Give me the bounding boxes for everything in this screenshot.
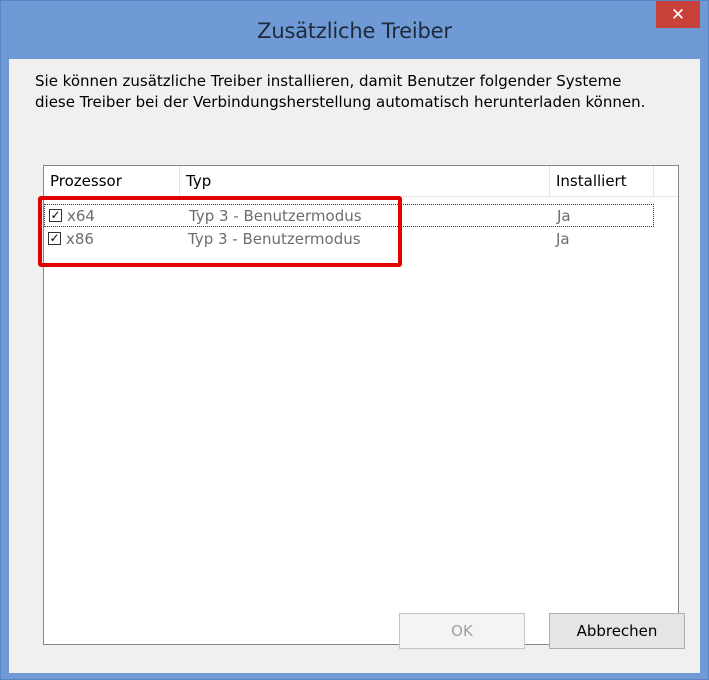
highlight-annotation (38, 196, 402, 267)
dialog-window: Zusätzliche Treiber ✕ Sie können zusätzl… (0, 0, 709, 680)
title-bar[interactable]: Zusätzliche Treiber ✕ (1, 1, 708, 59)
dialog-title: Zusätzliche Treiber (257, 19, 452, 43)
list-header: Prozessor Typ Installiert (44, 166, 678, 197)
close-button[interactable]: ✕ (656, 1, 700, 28)
ok-button[interactable]: OK (399, 613, 525, 649)
close-icon: ✕ (670, 4, 686, 25)
description-text: Sie können zusätzliche Treiber installie… (35, 72, 646, 111)
cancel-button[interactable]: Abbrechen (549, 613, 685, 649)
column-header-installiert[interactable]: Installiert (550, 166, 654, 196)
cell-installiert: Ja (557, 207, 571, 225)
column-header-typ[interactable]: Typ (180, 166, 550, 196)
cell-installiert: Ja (556, 230, 570, 248)
column-header-prozessor[interactable]: Prozessor (44, 166, 180, 196)
dialog-content: Sie können zusätzliche Treiber installie… (9, 59, 700, 673)
